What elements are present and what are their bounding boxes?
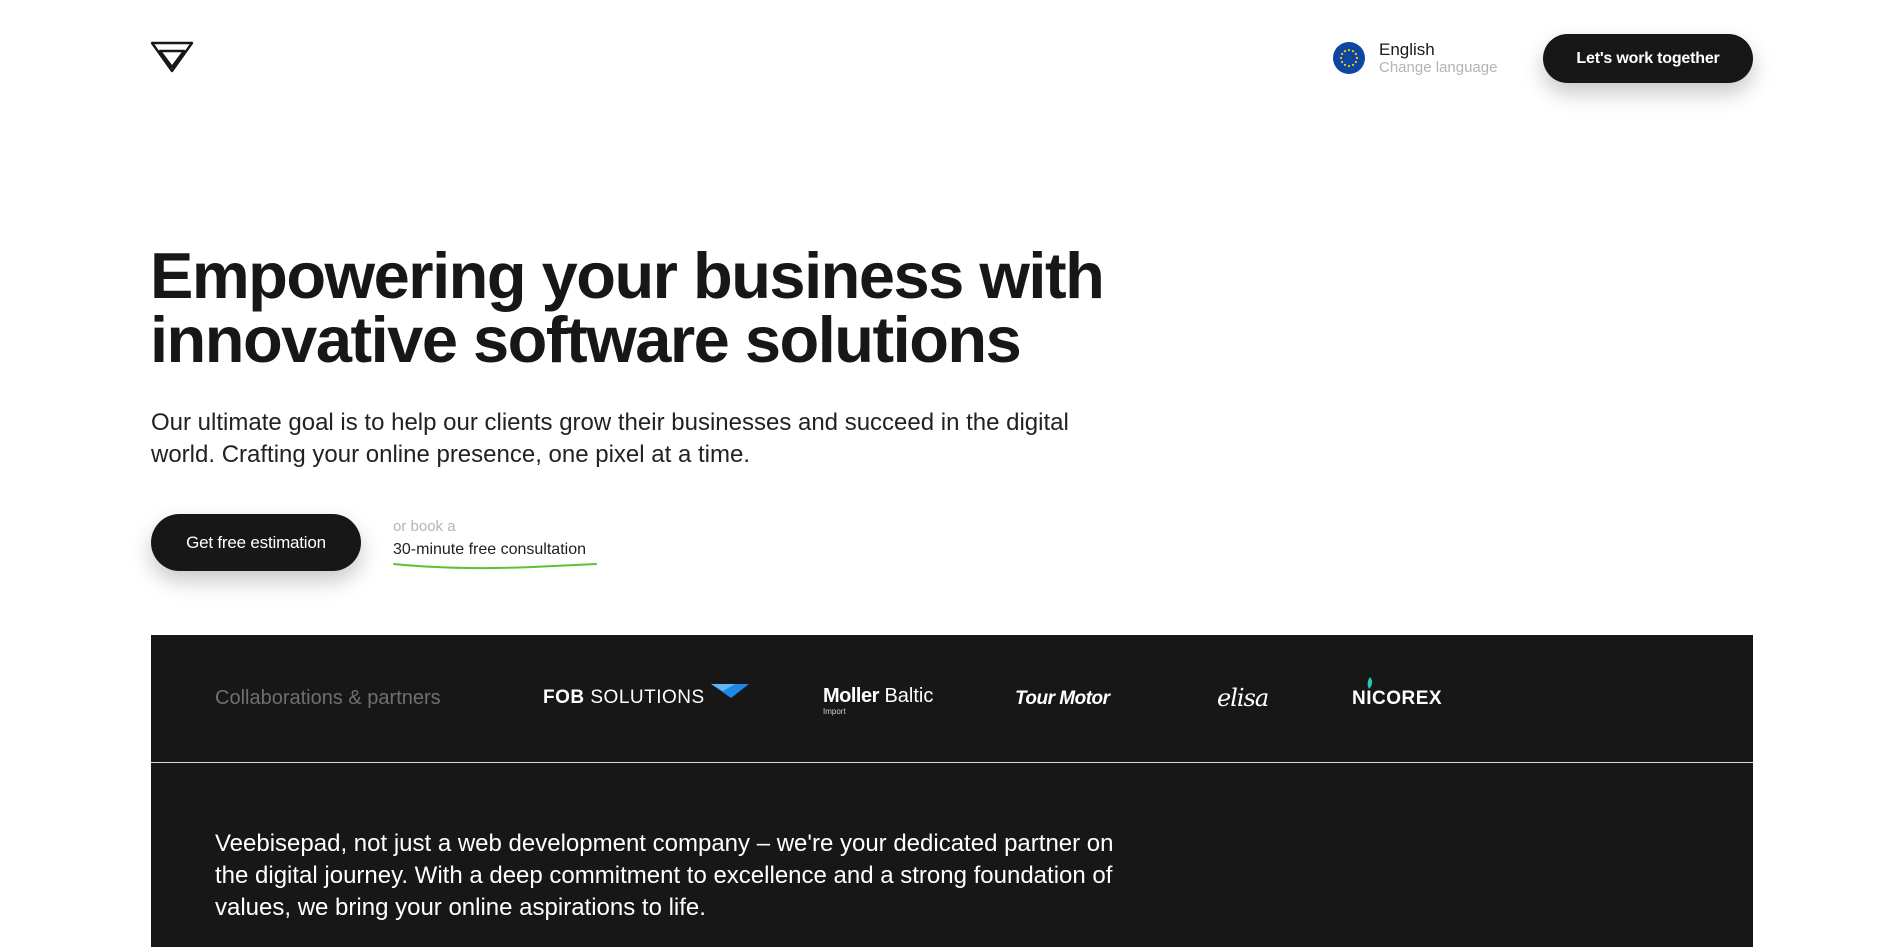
get-free-estimation-button[interactable]: Get free estimation [151,514,361,571]
nicorex-leaf-icon [1367,677,1373,689]
site-header: English Change language Let's work toget… [0,0,1904,115]
hero-title: Empowering your business with innovative… [150,243,1270,372]
fob-logo-bold: FOB [543,687,585,708]
elisa-logo[interactable]: elisa [1217,684,1269,712]
language-text: English Change language [1379,41,1497,75]
about-text: Veebisepad, not just a web development c… [215,828,1215,924]
language-switcher[interactable]: English Change language [1333,40,1497,76]
moller-logo-rest: Baltic [884,685,934,707]
moller-logo-bold: Moller [823,685,879,707]
lets-work-together-button[interactable]: Let's work together [1543,34,1753,83]
fob-logo-rest: SOLUTIONS [584,687,705,708]
underline-squiggle [393,563,597,569]
page: English Change language Let's work toget… [0,0,1904,947]
consultation-link[interactable]: 30-minute free consultation [393,541,586,559]
tour-motor-logo[interactable]: Tour Motor [1015,688,1110,710]
about-line-3: values, we bring your online aspirations… [215,894,706,921]
fob-flag-icon [711,684,749,698]
partners-bar: Collaborations & partners FOB SOLUTIONS … [151,635,1753,763]
moller-logo-small: Import [823,707,846,716]
change-language-label: Change language [1379,59,1498,76]
nicorex-logo[interactable]: NICOREX [1352,677,1443,710]
language-name: English [1379,40,1435,59]
partners-label: Collaborations & partners [215,687,441,709]
logo-icon[interactable] [150,40,194,74]
or-book-label: or book a [393,518,456,535]
eu-flag-icon [1333,42,1365,74]
nicorex-logo-text: NICOREX [1352,688,1443,709]
hero-subtitle-line-2: world. Crafting your online presence, on… [151,441,750,468]
hero-subtitle-line-1: Our ultimate goal is to help our clients… [151,409,1069,436]
about-line-2: the digital journey. With a deep commitm… [215,862,1113,889]
about-line-1: Veebisepad, not just a web development c… [215,830,1114,857]
hero-subtitle: Our ultimate goal is to help our clients… [151,407,1151,471]
fob-solutions-logo[interactable]: FOB SOLUTIONS [543,684,749,709]
hero-title-line-2: innovative software solutions [150,303,1022,376]
moller-baltic-logo[interactable]: Moller Baltic Import [823,685,934,716]
dark-section: Collaborations & partners FOB SOLUTIONS … [151,635,1753,947]
hero-title-line-1: Empowering your business with [150,239,1105,312]
